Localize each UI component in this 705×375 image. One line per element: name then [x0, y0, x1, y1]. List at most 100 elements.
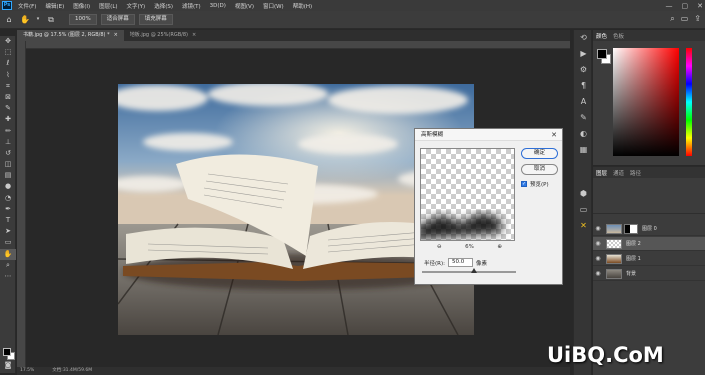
ok-button[interactable]: 确定: [521, 148, 558, 159]
visibility-eye-icon[interactable]: ◉: [593, 270, 603, 277]
menu-select[interactable]: 选择(S): [154, 2, 173, 10]
window-controls: — ▢ ✕: [666, 0, 704, 11]
workspace-icon[interactable]: ▭: [681, 14, 689, 24]
layer-row[interactable]: ◉ 图层 2: [593, 237, 705, 251]
libraries-icon[interactable]: ▦: [574, 142, 593, 158]
hue-slider[interactable]: [686, 48, 692, 156]
adjustments-icon[interactable]: ◐: [574, 126, 593, 142]
paragraph-icon[interactable]: ¶: [574, 78, 593, 94]
menu-file[interactable]: 文件(F): [18, 2, 36, 10]
color-picker-field[interactable]: [613, 48, 679, 156]
lasso-tool-icon[interactable]: ℓ: [0, 58, 16, 69]
zoom-in-icon[interactable]: ⊕: [497, 244, 502, 250]
panel-icon-strip: ⟲ ▶ ⚙ ¶ A ✎ ◐ ▦ ⬢ ▭ ✕: [573, 30, 592, 375]
status-zoom[interactable]: 17.5%: [20, 367, 34, 375]
photoshop-logo: Ps: [2, 1, 12, 10]
blur-tool-icon[interactable]: ●: [0, 181, 16, 192]
quick-select-tool-icon[interactable]: ⌇: [0, 70, 16, 81]
zoom-out-icon[interactable]: ⊖: [437, 244, 442, 250]
tab-book[interactable]: 书籍.jpg @ 17.5% (图层 2, RGB/8) * ×: [17, 30, 124, 41]
menu-view[interactable]: 视图(V): [235, 2, 254, 10]
healing-brush-tool-icon[interactable]: ✚: [0, 114, 16, 125]
zoom-tool-icon[interactable]: ⌕: [0, 260, 16, 271]
gradient-tool-icon[interactable]: ▤: [0, 170, 16, 181]
radius-slider-thumb[interactable]: [470, 268, 477, 273]
type-tool-icon[interactable]: T: [0, 215, 16, 226]
close-icon[interactable]: ×: [192, 30, 196, 41]
layer-row[interactable]: ◉ 背景: [593, 267, 705, 281]
options-bar: ⌂ ✋ ▾ ⧉ 100% 适合屏幕 填充屏幕 ⌕ ▭ ⇪: [0, 11, 705, 29]
hand-tool-icon[interactable]: ✋: [0, 248, 16, 260]
menu-filter[interactable]: 滤镜(T): [182, 2, 201, 10]
close-icon[interactable]: ×: [114, 30, 118, 41]
menu-help[interactable]: 帮助(H): [293, 2, 312, 10]
menu-3d[interactable]: 3D(D): [210, 3, 226, 9]
menu-window[interactable]: 窗口(W): [263, 2, 284, 10]
close-icon[interactable]: ✕: [551, 129, 557, 141]
preview-checkbox[interactable]: ✓: [521, 181, 527, 187]
minimize-button[interactable]: —: [666, 2, 673, 10]
visibility-eye-icon[interactable]: ◉: [593, 240, 603, 247]
layer-row[interactable]: ◉ 图层 0: [593, 222, 705, 236]
marquee-tool-icon[interactable]: ⬚: [0, 47, 16, 58]
fill-screen-button[interactable]: 填充屏幕: [138, 14, 173, 25]
crop-tool-icon[interactable]: ⌗: [0, 81, 16, 92]
share-icon[interactable]: ⇪: [694, 14, 701, 24]
tools-cross-icon[interactable]: ✕: [574, 218, 593, 234]
actions-icon[interactable]: ▶: [574, 46, 593, 62]
menu-image[interactable]: 图像(I): [73, 2, 90, 10]
radius-row: 半径(R): 50.0 像素: [424, 258, 487, 267]
search-icon[interactable]: ⌕: [670, 14, 674, 24]
tab-floor[interactable]: 地板.jpg @ 25%(RGB/8) ×: [124, 30, 202, 41]
menu-type[interactable]: 文字(Y): [127, 2, 146, 10]
character-icon[interactable]: A: [574, 94, 593, 110]
dialog-title-bar[interactable]: 高斯模糊 ✕: [415, 129, 562, 141]
shape-tool-icon[interactable]: ▭: [0, 237, 16, 248]
layer-mask-thumbnail[interactable]: [624, 223, 638, 234]
tab-swatches[interactable]: 色板: [613, 32, 624, 40]
tab-paths[interactable]: 路径: [630, 169, 641, 177]
tab-channels[interactable]: 通道: [613, 169, 624, 177]
home-icon[interactable]: ⌂: [3, 14, 15, 25]
quick-mask-icon[interactable]: ◙: [0, 360, 16, 371]
fit-screen-button[interactable]: 适合屏幕: [100, 14, 135, 25]
tab-color[interactable]: 颜色: [596, 32, 607, 40]
blur-preview[interactable]: [420, 148, 515, 241]
scroll-all-windows-icon[interactable]: ⧉: [45, 14, 57, 25]
foreground-color-swatch[interactable]: [597, 49, 607, 59]
tab-layers[interactable]: 图层: [596, 169, 607, 177]
radius-label: 半径(R):: [424, 260, 445, 267]
menu-layer[interactable]: 图层(L): [99, 2, 117, 10]
brush-tool-icon[interactable]: ✏: [0, 126, 16, 137]
frame-tool-icon[interactable]: ⊠: [0, 92, 16, 103]
pen-tool-icon[interactable]: ✒: [0, 204, 16, 215]
layer-row[interactable]: ◉ 图层 1: [593, 252, 705, 266]
dodge-tool-icon[interactable]: ◔: [0, 193, 16, 204]
chevron-down-icon[interactable]: ▾: [35, 14, 41, 25]
history-brush-tool-icon[interactable]: ↺: [0, 148, 16, 159]
radius-input[interactable]: 50.0: [447, 258, 473, 267]
radius-slider[interactable]: [422, 268, 516, 273]
hand-tool-icon[interactable]: ✋: [19, 14, 31, 25]
cancel-button[interactable]: 取消: [521, 164, 558, 175]
more-tools-icon[interactable]: ⋯: [0, 271, 16, 282]
preview-checkbox-row[interactable]: ✓ 预览(P): [521, 180, 549, 188]
zoom-100-button[interactable]: 100%: [69, 14, 97, 25]
history-icon[interactable]: ⟲: [574, 30, 593, 46]
maximize-button[interactable]: ▢: [682, 2, 689, 10]
visibility-eye-icon[interactable]: ◉: [593, 225, 603, 232]
foreground-color-swatch[interactable]: [3, 348, 11, 356]
properties-icon[interactable]: ⚙: [574, 62, 593, 78]
timeline-icon[interactable]: ▭: [574, 202, 593, 218]
menu-edit[interactable]: 编辑(E): [45, 2, 64, 10]
clone-stamp-tool-icon[interactable]: ⊥: [0, 137, 16, 148]
foreground-background-colors[interactable]: [3, 348, 15, 360]
3d-icon[interactable]: ⬢: [574, 186, 593, 202]
eyedropper-tool-icon[interactable]: ✎: [0, 103, 16, 114]
brush-settings-icon[interactable]: ✎: [574, 110, 593, 126]
move-tool-icon[interactable]: ✥: [0, 36, 16, 47]
path-selection-tool-icon[interactable]: ➤: [0, 226, 16, 237]
eraser-tool-icon[interactable]: ◫: [0, 159, 16, 170]
visibility-eye-icon[interactable]: ◉: [593, 255, 603, 262]
close-button[interactable]: ✕: [697, 2, 703, 10]
